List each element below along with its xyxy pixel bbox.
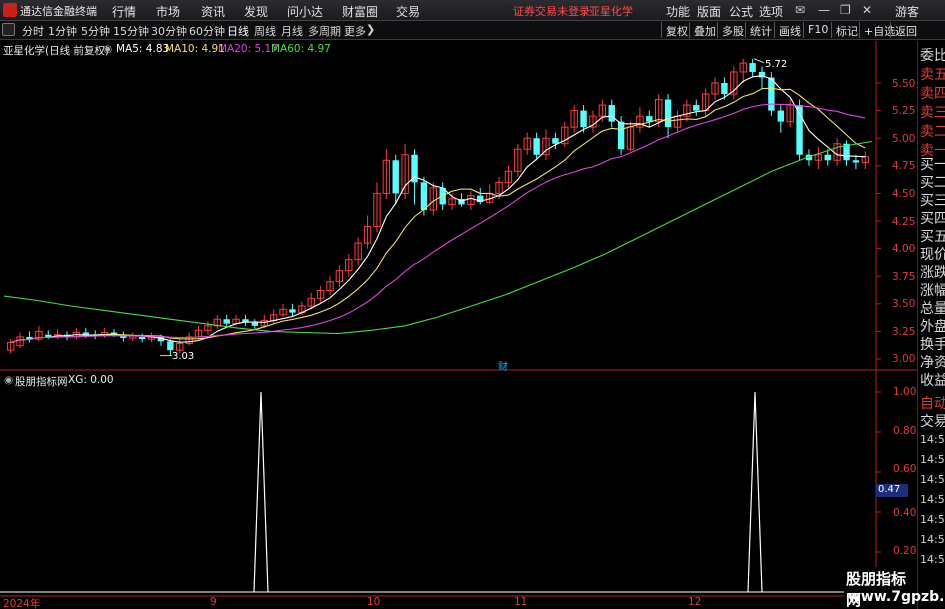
candle-body xyxy=(167,341,174,351)
candle-body xyxy=(824,154,831,161)
price-tick: 3.75 xyxy=(892,271,916,283)
price-tick: 4.50 xyxy=(892,188,916,200)
date-tick: 2024年 xyxy=(3,598,41,609)
price-tick: 5.50 xyxy=(892,78,916,90)
site-watermark: 股朋指标网 www.7gpzb.com xyxy=(844,567,945,609)
price-tick: 5.00 xyxy=(892,133,916,145)
indicator-name[interactable]: 股朋指标网 xyxy=(15,374,68,389)
finance-mark[interactable]: 财 xyxy=(498,358,508,373)
tick-time: 14:55 xyxy=(920,453,945,466)
tick-time: 14:55 xyxy=(920,473,945,486)
candle-body xyxy=(646,116,653,122)
date-tick: 11 xyxy=(514,596,528,608)
current-indicator-value: 0.47 xyxy=(876,484,908,497)
price-tick: 4.75 xyxy=(892,160,916,172)
tick-time: 14:56 xyxy=(920,533,945,546)
price-tick: 4.00 xyxy=(892,243,916,255)
candle-body xyxy=(664,99,672,128)
quote-label[interactable]: 总量 xyxy=(920,298,945,318)
trade-label[interactable]: 交易 xyxy=(920,411,945,431)
date-tick: 9 xyxy=(210,596,217,608)
kline-chart[interactable] xyxy=(0,0,917,609)
date-axis: 2024年 9 10 11 12 xyxy=(0,596,917,609)
ma20-line xyxy=(10,103,866,343)
price-tick: 5.25 xyxy=(892,105,916,117)
quote-label[interactable]: 卖五 xyxy=(920,64,945,84)
tick-time: 14:55 xyxy=(920,433,945,446)
xg-signal-spike xyxy=(253,391,269,593)
indicator-settings-icon[interactable]: ◉ xyxy=(4,374,13,386)
candle-body xyxy=(223,319,230,324)
quote-label[interactable]: 买二 xyxy=(920,172,945,192)
candle-body xyxy=(796,105,803,155)
quote-label[interactable]: 换手 xyxy=(920,334,945,354)
indicator-xg-value: XG: 0.00 xyxy=(68,374,114,386)
watermark-url: www.7gpzb.com xyxy=(848,589,945,605)
quote-label[interactable]: 买一 xyxy=(920,154,945,174)
price-tick: 3.00 xyxy=(892,353,916,365)
indicator-tick: 0.20 xyxy=(893,545,917,557)
quote-label[interactable]: 现价 xyxy=(920,244,945,264)
low-mark: 3.03 xyxy=(172,351,195,362)
candle-body xyxy=(777,110,784,122)
quote-label[interactable]: 买四 xyxy=(920,208,945,228)
indicator-tick: 0.40 xyxy=(893,507,917,519)
candle-body xyxy=(608,105,615,122)
quote-label[interactable]: 买五 xyxy=(920,226,945,246)
date-tick: 12 xyxy=(688,596,702,608)
date-tick: 10 xyxy=(367,596,381,608)
candle-body xyxy=(693,105,700,111)
tick-time: 14:56 xyxy=(920,513,945,526)
quote-label[interactable]: 净资 xyxy=(920,352,945,372)
quote-label[interactable]: 委比 xyxy=(920,45,945,65)
candle-body xyxy=(82,332,90,335)
quote-label[interactable]: 卖四 xyxy=(920,83,945,103)
candle-body xyxy=(289,309,296,313)
indicator-tick: 1.00 xyxy=(893,386,917,398)
quote-label[interactable]: 涨幅 xyxy=(920,280,945,300)
candle-body xyxy=(617,121,625,150)
price-tick: 4.25 xyxy=(892,216,916,228)
quote-label[interactable]: 涨跌 xyxy=(920,262,945,282)
price-tick: 3.25 xyxy=(892,326,916,338)
tick-time: 14:56 xyxy=(920,553,945,566)
indicator-tick: 0.80 xyxy=(893,425,917,437)
candle-body xyxy=(721,83,728,95)
quote-label[interactable]: 卖三 xyxy=(920,102,945,122)
candle-body xyxy=(749,63,756,72)
ma10-line xyxy=(10,87,866,343)
candle-body xyxy=(852,160,860,163)
ma60-line xyxy=(3,140,873,335)
high-mark-line xyxy=(753,58,765,64)
candle-body xyxy=(533,138,540,155)
candle-body xyxy=(392,160,399,194)
ma5-line xyxy=(10,75,866,343)
quote-label[interactable]: 收益 xyxy=(920,370,945,390)
candle-body xyxy=(580,110,587,128)
xg-signal-spike xyxy=(747,391,763,593)
indicator-tick: 0.60 xyxy=(893,463,917,475)
tick-time: 14:56 xyxy=(920,493,945,506)
high-mark: 5.72 xyxy=(765,59,788,70)
quote-label[interactable]: 卖二 xyxy=(920,121,945,141)
quote-panel: 委比 卖五 卖四 卖三 卖二 卖一 买一 买二 买三 买四 买五 现价 涨跌 涨… xyxy=(917,41,945,609)
quote-label[interactable]: 买三 xyxy=(920,190,945,210)
quote-label[interactable]: 外盘 xyxy=(920,316,945,336)
auto-label[interactable]: 自动 xyxy=(920,393,945,413)
candle-body xyxy=(768,77,775,111)
candle-body xyxy=(251,322,259,326)
candle-body xyxy=(552,138,559,144)
candle-body xyxy=(138,336,146,340)
price-tick: 3.50 xyxy=(892,298,916,310)
candle-body xyxy=(420,182,428,210)
